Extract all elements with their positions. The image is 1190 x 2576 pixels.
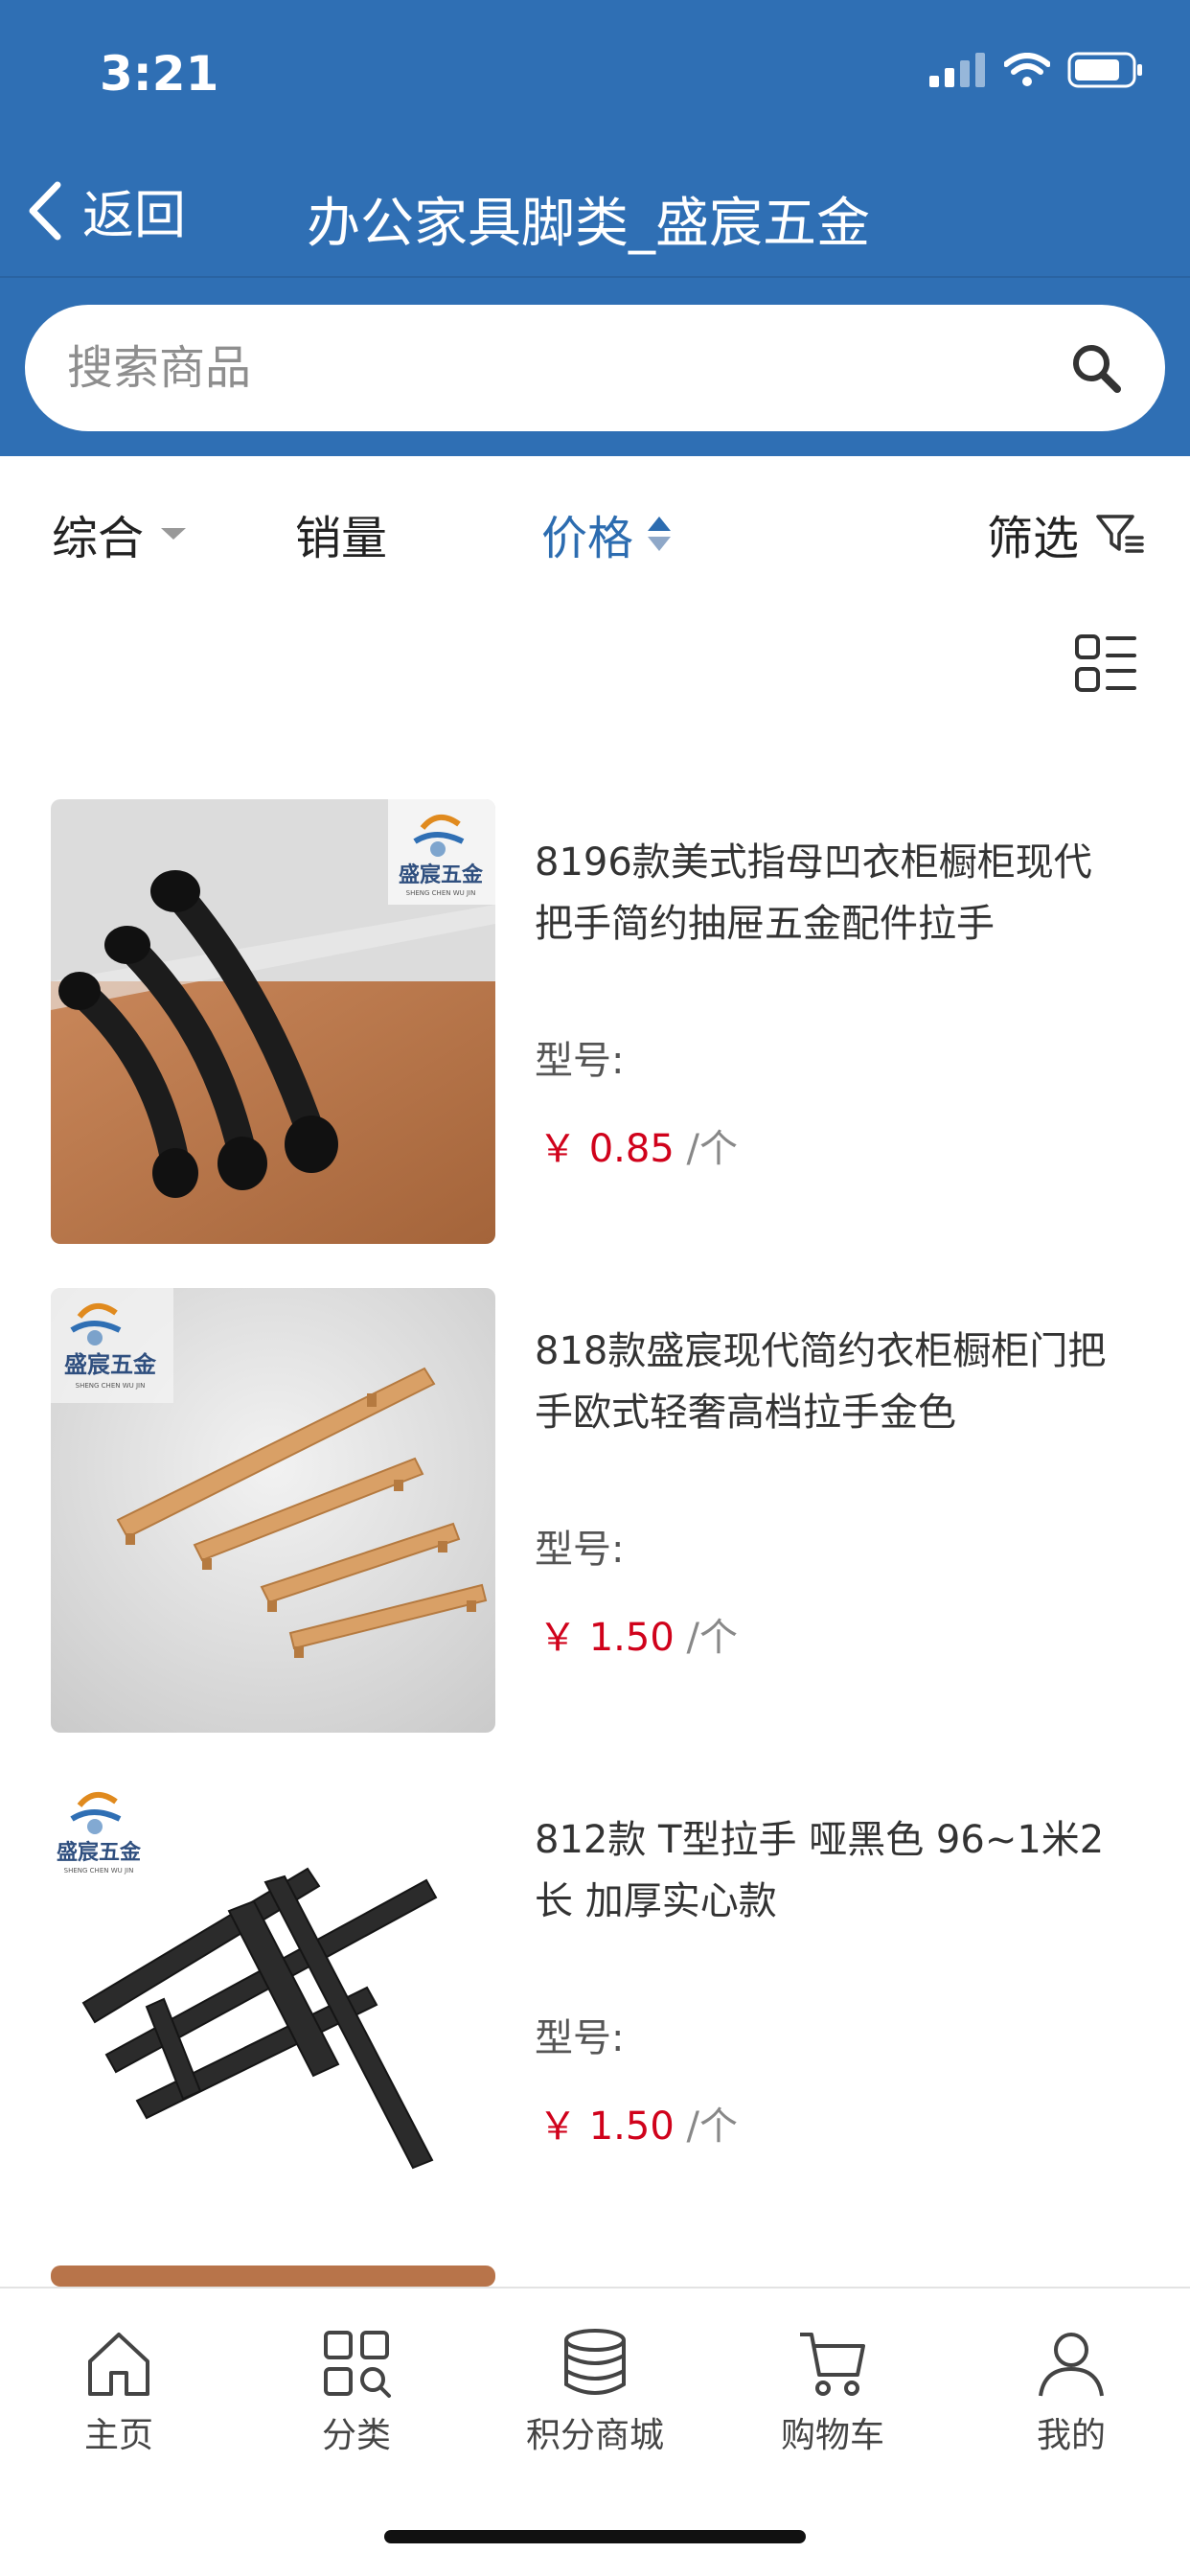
status-icons [929,52,1144,88]
cart-icon [800,2333,865,2396]
tab-mine[interactable]: 我的 [975,2327,1167,2457]
page-title: 办公家具脚类_盛宸五金 [307,193,870,255]
brand-sub: SHENG CHEN WU JIN [64,1867,134,1874]
status-bar: 3:21 [0,0,1190,144]
header: 3:21 返回 办公家具脚类_盛宸五金 搜索商品 [0,0,1190,456]
brand-logo: 盛宸五金 [64,1351,157,1378]
tab-points-mall[interactable]: 积分商城 [499,2327,691,2457]
brand-sub: SHENG CHEN WU JIN [76,1382,146,1390]
product-model-label: 型号: [535,1528,625,1572]
price-value: 1.50 [588,1616,675,1660]
product-price: ￥ 0.85 /个 [538,1117,738,1173]
battery-icon [1067,52,1142,88]
product-image[interactable]: 盛宸五金 SHENG CHEN WU JIN [51,799,495,1244]
product-name[interactable]: 818款盛宸现代简约衣柜橱柜门把手欧式轻奢高档拉手金色 [535,1321,1110,1443]
back-button[interactable]: 返回 [25,172,186,248]
list-view-icon[interactable] [1073,631,1138,696]
price-value: 1.50 [588,2104,675,2149]
filter-icon [1096,515,1144,553]
product-name[interactable]: 812款 T型拉手 哑黑色 96~1米2长 加厚实心款 [535,1809,1110,1932]
coins-icon [564,2329,626,2395]
home-indicator [384,2530,806,2543]
brand-sub: SHENG CHEN WU JIN [406,889,476,897]
tab-cart-label: 购物车 [780,2416,884,2455]
tab-mine-label: 我的 [1036,2416,1106,2455]
product-card[interactable]: 盛宸五金 SHENG CHEN WU JIN 818款盛宸现代简约衣柜橱柜门把手… [0,1288,1190,1733]
sort-comprehensive[interactable]: 综合 [52,500,190,567]
sort-bar: 综合 销量 价格 筛选 [0,456,1190,600]
nav-bar: 返回 办公家具脚类_盛宸五金 [0,144,1190,276]
product-image[interactable]: 盛宸五金 SHENG CHEN WU JIN [51,1777,495,2221]
product-image[interactable]: 盛宸五金 SHENG CHEN WU JIN [51,1288,495,1733]
back-label: 返回 [82,185,186,245]
signal-icon [929,53,985,87]
tab-category-label: 分类 [321,2416,391,2455]
currency-symbol: ￥ [538,1127,577,1171]
sort-price-label: 价格 [541,512,634,565]
price-unit: /个 [686,1127,738,1171]
product-name[interactable]: 8196款美式指母凹衣柜橱柜现代把手简约抽屉五金配件拉手 [535,832,1110,954]
sort-arrows-icon [648,517,672,551]
price-unit: /个 [686,1616,738,1660]
tab-points-mall-label: 积分商城 [525,2416,664,2455]
product-model-label: 型号: [535,1039,625,1083]
price-unit: /个 [686,2104,738,2149]
sort-filter-label: 筛选 [987,512,1080,565]
caret-down-icon [161,528,187,540]
search-input[interactable] [67,305,1025,431]
price-value: 0.85 [588,1127,675,1171]
tab-home-label: 主页 [83,2416,153,2455]
product-card[interactable] [0,2266,1190,2287]
user-icon [1039,2333,1104,2397]
currency-symbol: ￥ [538,1616,577,1660]
sort-sales[interactable]: 销量 [295,500,387,567]
divider [0,276,1190,278]
sort-price[interactable]: 价格 [541,500,674,567]
product-price: ￥ 1.50 /个 [538,1606,738,1662]
category-icon [324,2331,391,2398]
tab-home[interactable]: 主页 [23,2327,215,2457]
sort-comprehensive-label: 综合 [52,512,145,565]
brand-logo: 盛宸五金 [399,862,484,887]
product-image[interactable] [51,2266,495,2287]
tab-cart[interactable]: 购物车 [737,2327,928,2457]
product-card[interactable]: 盛宸五金 SHENG CHEN WU JIN 812款 T型拉手 哑黑色 96~… [0,1777,1190,2221]
home-icon [88,2333,149,2396]
tab-category[interactable]: 分类 [261,2327,452,2457]
product-model-label: 型号: [535,2016,625,2060]
currency-symbol: ￥ [538,2104,577,2149]
product-price: ￥ 1.50 /个 [538,2095,738,2150]
status-time: 3:21 [100,46,219,102]
search-bar[interactable] [25,305,1165,431]
wifi-icon [1004,53,1050,86]
sort-filter[interactable]: 筛选 [987,500,1146,567]
product-card[interactable]: 盛宸五金 SHENG CHEN WU JIN 8196款美式指母凹衣柜橱柜现代把… [0,799,1190,1244]
search-icon[interactable] [1069,341,1123,395]
chevron-left-icon [29,181,61,240]
brand-logo: 盛宸五金 [57,1840,142,1865]
sort-sales-label: 销量 [295,512,388,565]
